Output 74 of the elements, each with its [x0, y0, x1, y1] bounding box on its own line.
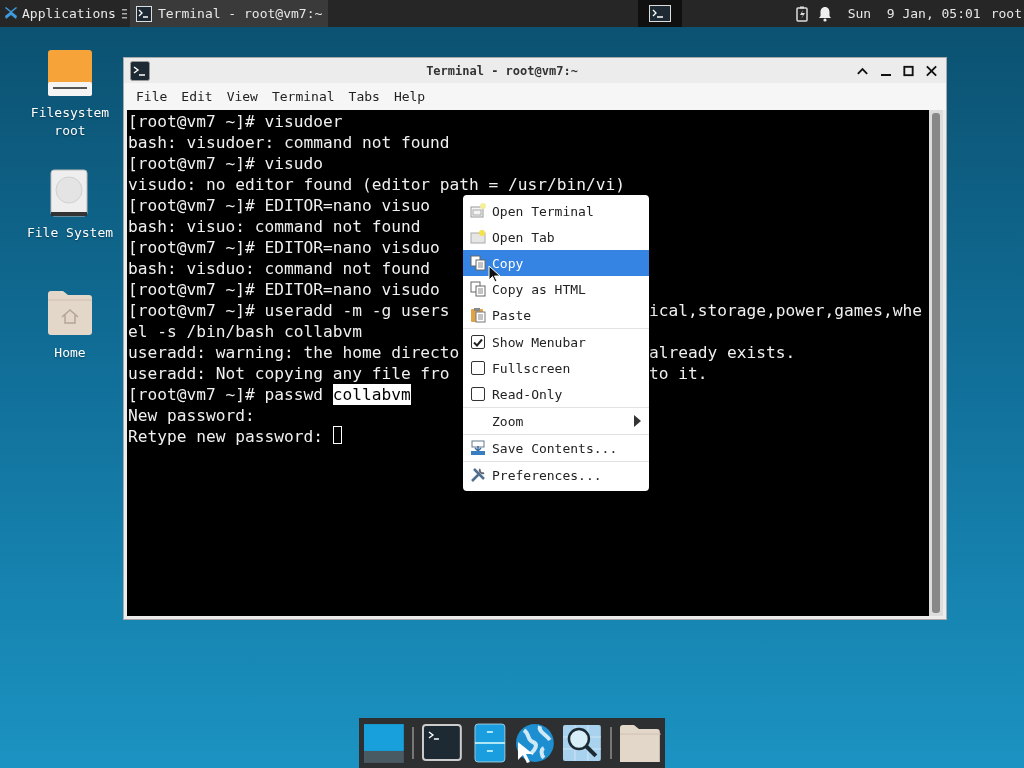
- menu-item[interactable]: Read-Only: [463, 381, 649, 407]
- desktop-icon-label[interactable]: Filesystem root: [22, 104, 118, 140]
- menu-item[interactable]: Edit: [175, 87, 221, 106]
- terminal-line: already exists.: [649, 342, 796, 363]
- applications-menu-button[interactable]: Applications: [0, 0, 119, 27]
- user-name[interactable]: root: [990, 6, 1022, 21]
- clipboard-icon: [469, 307, 486, 323]
- bell-icon[interactable]: [817, 5, 832, 22]
- menu-item[interactable]: Open Terminal: [463, 198, 649, 224]
- xfce-logo-icon: [3, 5, 19, 22]
- terminal-line: useradd: warning: the home directo: [128, 342, 461, 363]
- maximize-icon: [902, 63, 915, 78]
- desktop-icon-label[interactable]: Home: [22, 344, 118, 362]
- menu-item[interactable]: Paste: [463, 302, 649, 328]
- battery-icon[interactable]: [795, 5, 808, 22]
- magnifier-icon[interactable]: [561, 722, 604, 764]
- grip-icon: [121, 7, 127, 20]
- menu-item[interactable]: Terminal: [265, 87, 343, 106]
- menu-item[interactable]: Tabs: [342, 87, 388, 106]
- workspace-switcher[interactable]: [638, 0, 683, 27]
- terminal-icon: [135, 5, 152, 22]
- menu-item[interactable]: File: [130, 87, 176, 106]
- terminal-icon[interactable]: [130, 60, 150, 81]
- terminal-line: New password:: [128, 405, 255, 426]
- window-icon: [469, 203, 486, 219]
- minimize-icon: [880, 74, 891, 76]
- menu-item[interactable]: Copy: [463, 250, 649, 276]
- menu-item[interactable]: Open Tab: [463, 224, 649, 250]
- terminal-line: [root@vm7 ~]# EDITOR=nano visuo: [128, 195, 431, 216]
- show-desktop-icon[interactable]: [363, 722, 405, 764]
- terminal-line: [root@vm7 ~]# useradd -m -g users: [128, 300, 451, 321]
- window-title: Terminal - root@vm7:~: [425, 63, 579, 78]
- selected-text: collabvm: [332, 384, 411, 405]
- terminal-line: [root@vm7 ~]# EDITOR=nano visduo: [128, 237, 440, 258]
- tools-icon: [469, 467, 486, 483]
- globe-icon[interactable]: [514, 722, 557, 764]
- menu-item[interactable]: Zoom: [463, 408, 649, 434]
- drive-icon[interactable]: [46, 48, 94, 98]
- home-folder-icon[interactable]: [46, 288, 94, 338]
- menu-item[interactable]: Show Menubar: [463, 329, 649, 355]
- save-tray-icon: [469, 440, 486, 456]
- menu-item[interactable]: Save Contents...: [463, 435, 649, 461]
- close-icon: [925, 63, 938, 78]
- submenu-arrow-icon: [634, 415, 641, 427]
- checkmark-icon: [472, 337, 483, 347]
- checkbox[interactable]: [470, 387, 485, 401]
- terminal-line: [root@vm7 ~]# visudo: [128, 153, 323, 174]
- menu-item[interactable]: Preferences...: [463, 462, 649, 488]
- terminal-line: [root@vm7 ~]# passwd: [128, 384, 324, 405]
- terminal-line: useradd: Not copying any file fro: [128, 363, 451, 384]
- terminal-line: Retype new password:: [128, 426, 324, 447]
- terminal-line: [root@vm7 ~]# EDITOR=nano visudo: [128, 279, 440, 300]
- terminal-line: el -s /bin/bash collabvm: [128, 321, 362, 342]
- desktop-icon-label[interactable]: File System: [22, 224, 118, 242]
- terminal-line: to it.: [649, 363, 708, 384]
- terminal-icon: [649, 5, 672, 22]
- clock[interactable]: Sun 9 Jan, 05:01: [847, 6, 981, 21]
- terminal-line: visudo: no editor found (editor path = /usr/bin/vi): [128, 174, 626, 195]
- terminal-icon[interactable]: [420, 722, 463, 764]
- menu-item[interactable]: View: [220, 87, 266, 106]
- terminal-line: ical,storage,power,games,whe: [649, 300, 922, 321]
- menu-item[interactable]: Fullscreen: [463, 355, 649, 381]
- taskbar-window-button[interactable]: Terminal - root@vm7:~: [129, 0, 329, 27]
- checkbox[interactable]: [470, 335, 485, 349]
- menu-item[interactable]: Help: [387, 87, 434, 106]
- copy-icon: [469, 255, 486, 271]
- terminal-line: [root@vm7 ~]# visudoer: [128, 111, 343, 132]
- folder-icon[interactable]: [619, 722, 661, 764]
- copy-icon: [469, 281, 486, 297]
- menu-item[interactable]: Copy as HTML: [463, 276, 649, 302]
- terminal-line: bash: visudoer: command not found: [128, 132, 450, 153]
- terminal-line: bash: visuo: command not found: [128, 216, 421, 237]
- terminal-line: bash: visduo: command not found: [128, 258, 431, 279]
- checkbox[interactable]: [470, 361, 485, 375]
